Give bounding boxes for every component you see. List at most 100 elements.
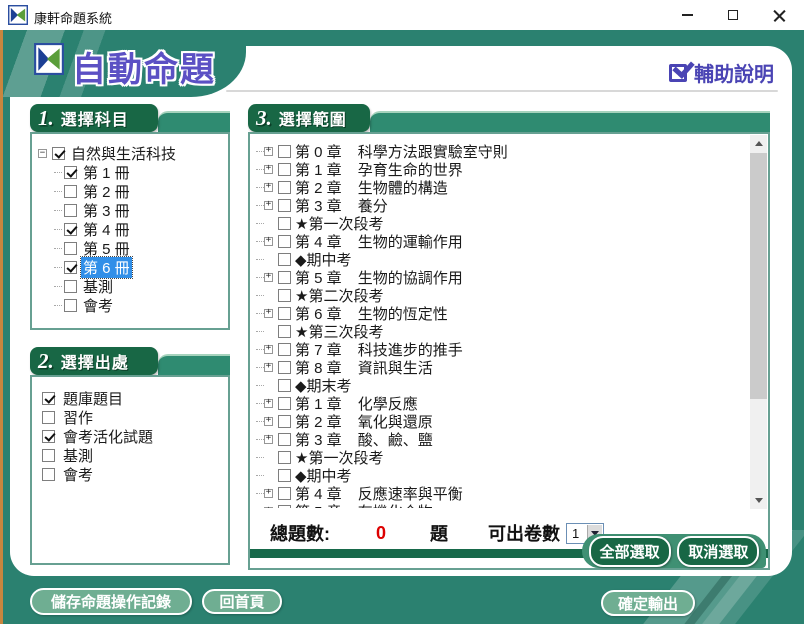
tree-row[interactable]: 第 5 章生物的協調作用 <box>256 268 748 286</box>
tree-row[interactable]: ★第二次段考 <box>256 286 748 304</box>
scrollbar-thumb[interactable] <box>750 153 767 399</box>
checkbox[interactable] <box>278 433 291 446</box>
checkbox[interactable] <box>278 505 291 509</box>
tree-row[interactable]: 第 1 章孕育生命的世界 <box>256 160 748 178</box>
tree-row[interactable]: 第 6 章生物的恆定性 <box>256 304 748 322</box>
home-button[interactable]: 回首頁 <box>202 589 282 614</box>
help-button[interactable]: 輔助說明 <box>669 58 774 87</box>
checkbox[interactable] <box>42 468 55 481</box>
expand-icon[interactable] <box>264 273 273 282</box>
scroll-up-button[interactable] <box>750 135 767 152</box>
scroll-down-button[interactable] <box>750 492 767 509</box>
close-button[interactable] <box>756 0 802 30</box>
tree-row[interactable]: 第 4 冊 <box>38 220 228 239</box>
scrollbar[interactable] <box>750 135 767 509</box>
tree-row[interactable]: 第 0 章科學方法跟實驗室守則 <box>256 142 748 160</box>
checkbox[interactable] <box>64 299 77 312</box>
tree-label[interactable]: 第 3 冊 <box>81 200 132 221</box>
tree-row[interactable]: 會考 <box>38 296 228 315</box>
source-item[interactable]: 題庫題目 <box>40 389 228 408</box>
checkbox[interactable] <box>42 411 55 424</box>
checkbox[interactable] <box>42 430 55 443</box>
checkbox[interactable] <box>278 397 291 410</box>
tree-row[interactable]: ★第三次段考 <box>256 322 748 340</box>
tree-row[interactable]: 第 4 章反應速率與平衡 <box>256 484 748 502</box>
expand-icon[interactable] <box>38 149 47 158</box>
expand-icon[interactable] <box>264 417 273 426</box>
tree-label[interactable]: 第 1 冊 <box>81 162 132 183</box>
tree-row[interactable]: ★第一次段考 <box>256 448 748 466</box>
tree-row[interactable]: 第 3 章養分 <box>256 196 748 214</box>
tree-row[interactable]: 第 1 章化學反應 <box>256 394 748 412</box>
tree-row[interactable]: 第 4 章生物的運輸作用 <box>256 232 748 250</box>
tree-row[interactable]: 第 8 章資訊與生活 <box>256 358 748 376</box>
source-item[interactable]: 會考活化試題 <box>40 427 228 446</box>
tree-label[interactable]: 第 2 冊 <box>81 181 132 202</box>
tree-row[interactable]: ◆期中考 <box>256 250 748 268</box>
checkbox[interactable] <box>278 343 291 356</box>
minimize-button[interactable] <box>664 0 710 30</box>
checkbox[interactable] <box>278 379 291 392</box>
expand-icon[interactable] <box>264 489 273 498</box>
checkbox[interactable] <box>42 449 55 462</box>
expand-icon[interactable] <box>264 309 273 318</box>
checkbox[interactable] <box>64 261 77 274</box>
checkbox[interactable] <box>52 147 65 160</box>
tree-row[interactable]: 第 5 冊 <box>38 239 228 258</box>
source-label[interactable]: 基測 <box>61 445 95 466</box>
checkbox[interactable] <box>278 325 291 338</box>
checkbox[interactable] <box>278 271 291 284</box>
tree-row[interactable]: ◆期中考 <box>256 466 748 484</box>
checkbox[interactable] <box>278 451 291 464</box>
expand-icon[interactable] <box>264 363 273 372</box>
checkbox[interactable] <box>278 307 291 320</box>
tree-label[interactable]: 基測 <box>81 276 115 297</box>
checkbox[interactable] <box>278 163 291 176</box>
checkbox[interactable] <box>278 235 291 248</box>
tree-row[interactable]: 第 2 冊 <box>38 182 228 201</box>
checkbox[interactable] <box>278 361 291 374</box>
expand-icon[interactable] <box>264 237 273 246</box>
checkbox[interactable] <box>64 242 77 255</box>
tree-row[interactable]: 基測 <box>38 277 228 296</box>
tree-row-root[interactable]: 自然與生活科技 <box>38 144 228 163</box>
checkbox[interactable] <box>278 217 291 230</box>
tree-row[interactable]: 第 7 章科技進步的推手 <box>256 340 748 358</box>
checkbox[interactable] <box>278 415 291 428</box>
expand-icon[interactable] <box>264 399 273 408</box>
tree-row-clipped[interactable]: 第 5 章有機化合物 <box>256 502 748 508</box>
tree-row[interactable]: 第 1 冊 <box>38 163 228 182</box>
checkbox[interactable] <box>64 280 77 293</box>
tree-label[interactable]: 第 6 冊 <box>81 257 132 278</box>
checkbox[interactable] <box>64 204 77 217</box>
expand-icon[interactable] <box>264 201 273 210</box>
tree-row-selected[interactable]: 第 6 冊 <box>38 258 228 277</box>
tree-row[interactable]: 第 3 冊 <box>38 201 228 220</box>
tree-label[interactable]: 會考 <box>81 295 115 316</box>
checkbox[interactable] <box>64 223 77 236</box>
source-label[interactable]: 習作 <box>61 407 95 428</box>
source-label[interactable]: 會考活化試題 <box>61 426 155 447</box>
checkbox[interactable] <box>278 181 291 194</box>
source-item[interactable]: 基測 <box>40 446 228 465</box>
expand-icon[interactable] <box>264 345 273 354</box>
checkbox[interactable] <box>278 289 291 302</box>
deselect-all-button[interactable]: 取消選取 <box>677 536 759 567</box>
checkbox[interactable] <box>64 185 77 198</box>
checkbox[interactable] <box>278 199 291 212</box>
expand-icon[interactable] <box>264 435 273 444</box>
expand-icon[interactable] <box>264 183 273 192</box>
select-all-button[interactable]: 全部選取 <box>589 536 671 567</box>
source-item[interactable]: 習作 <box>40 408 228 427</box>
checkbox[interactable] <box>278 253 291 266</box>
save-record-button[interactable]: 儲存命題操作記錄 <box>30 588 192 615</box>
checkbox[interactable] <box>278 145 291 158</box>
checkbox[interactable] <box>64 166 77 179</box>
expand-icon[interactable] <box>264 507 273 509</box>
expand-icon[interactable] <box>264 147 273 156</box>
checkbox[interactable] <box>278 469 291 482</box>
tree-label[interactable]: 自然與生活科技 <box>69 143 178 164</box>
source-label[interactable]: 會考 <box>61 464 95 485</box>
tree-row[interactable]: ★第一次段考 <box>256 214 748 232</box>
tree-label[interactable]: 第 4 冊 <box>81 219 132 240</box>
